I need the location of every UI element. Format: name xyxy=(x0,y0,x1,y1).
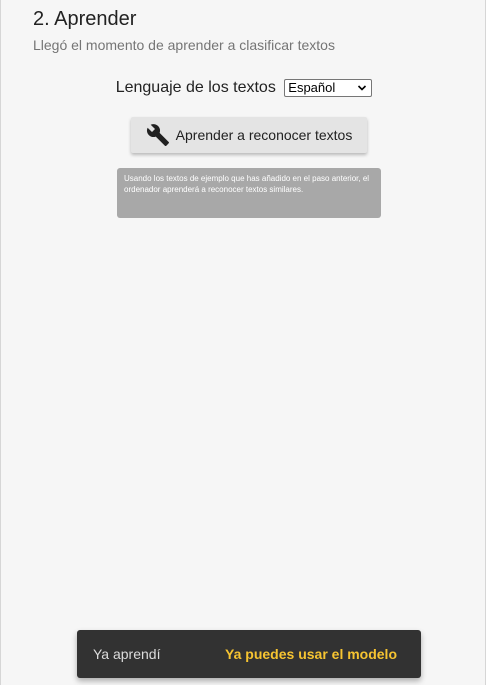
chevron-down-icon xyxy=(357,81,367,100)
snackbar: Ya aprendí Ya puedes usar el modelo xyxy=(77,630,421,678)
language-select[interactable]: Español xyxy=(284,79,373,100)
section-subtitle: Llegó el momento de aprender a clasifica… xyxy=(33,37,335,53)
snackbar-action-button[interactable]: Ya puedes usar el modelo xyxy=(225,646,397,662)
section-title: 2. Aprender xyxy=(33,8,137,30)
language-label: Lenguaje de los textos xyxy=(115,79,276,96)
snackbar-message: Ya aprendí xyxy=(93,646,161,662)
learn-button[interactable]: Aprender a reconocer textos xyxy=(131,117,367,153)
learn-button-label: Aprender a reconocer textos xyxy=(175,127,353,143)
language-row: Lenguaje de los textos Español xyxy=(1,78,486,98)
help-tooltip: Usando los textos de ejemplo que has aña… xyxy=(117,168,381,218)
wrench-icon xyxy=(146,123,170,147)
language-select-value: Español xyxy=(288,80,336,95)
